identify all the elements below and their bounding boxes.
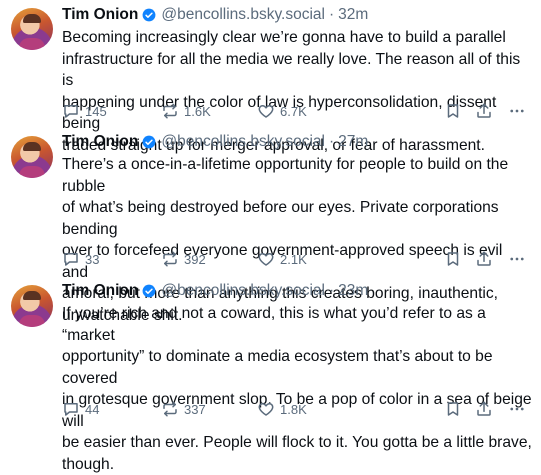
post-text-line: opportunity” to dominate a media ecosyst… xyxy=(62,346,532,389)
repost-count: 392 xyxy=(184,252,206,267)
bookmark-button[interactable] xyxy=(444,250,462,268)
verified-badge-icon xyxy=(142,284,156,298)
like-count: 2.1K xyxy=(280,252,307,267)
author-name[interactable]: Tim Onion xyxy=(62,133,138,151)
repost-arrows-icon xyxy=(161,250,179,268)
repost-count: 1.6K xyxy=(184,104,211,119)
post-actions: 44 337 1.8K xyxy=(62,398,533,420)
author-name[interactable]: Tim Onion xyxy=(62,282,138,300)
reply-button[interactable]: 44 xyxy=(62,400,99,418)
reply-count: 145 xyxy=(85,104,107,119)
reply-bubble-icon xyxy=(62,102,80,120)
post[interactable]: Tim Onion @bencollins.bsky.social · 32m … xyxy=(0,0,541,126)
share-button[interactable] xyxy=(475,250,493,268)
heart-icon xyxy=(257,250,275,268)
author-handle[interactable]: @bencollins.bsky.social xyxy=(161,6,325,24)
post-text-line: be easier than ever. People will flock t… xyxy=(62,432,532,454)
post[interactable]: Tim Onion @bencollins.bsky.social · 23m … xyxy=(0,275,541,426)
like-button[interactable]: 1.8K xyxy=(257,400,307,418)
more-options-button[interactable] xyxy=(508,400,526,418)
like-count: 6.7K xyxy=(280,104,307,119)
author-handle[interactable]: @bencollins.bsky.social xyxy=(161,282,325,300)
post[interactable]: Tim Onion @bencollins.bsky.social · 27m … xyxy=(0,126,541,275)
post-actions: 33 392 2.1K xyxy=(62,248,533,270)
reply-button[interactable]: 145 xyxy=(62,102,107,120)
share-icon xyxy=(475,102,493,120)
like-button[interactable]: 6.7K xyxy=(257,102,307,120)
repost-arrows-icon xyxy=(161,102,179,120)
post-feed: Tim Onion @bencollins.bsky.social · 32m … xyxy=(0,0,541,426)
share-button[interactable] xyxy=(475,400,493,418)
post-text-line: infrastructure for all the media we real… xyxy=(62,49,532,92)
post-header: Tim Onion @bencollins.bsky.social · 27m xyxy=(62,131,529,153)
share-button[interactable] xyxy=(475,102,493,120)
verified-badge-icon xyxy=(142,135,156,149)
share-icon xyxy=(475,400,493,418)
post-timestamp[interactable]: 23m xyxy=(338,282,368,300)
post-header: Tim Onion @bencollins.bsky.social · 23m xyxy=(62,280,529,302)
more-options-button[interactable] xyxy=(508,102,526,120)
repost-button[interactable]: 392 xyxy=(161,250,206,268)
post-text-line: though. xyxy=(62,454,532,475)
reply-count: 33 xyxy=(85,252,99,267)
repost-count: 337 xyxy=(184,402,206,417)
post-text-line: There’s a once-in-a-lifetime opportunity… xyxy=(62,154,532,197)
separator-dot: · xyxy=(329,6,334,24)
heart-icon xyxy=(257,400,275,418)
avatar[interactable] xyxy=(11,8,53,50)
separator-dot: · xyxy=(329,133,334,151)
bookmark-button[interactable] xyxy=(444,400,462,418)
post-text-line: If you’re rich and not a coward, this is… xyxy=(62,303,532,346)
reply-bubble-icon xyxy=(62,400,80,418)
avatar[interactable] xyxy=(11,136,53,178)
more-dots-icon xyxy=(508,400,526,418)
repost-button[interactable]: 1.6K xyxy=(161,102,211,120)
more-dots-icon xyxy=(508,102,526,120)
post-actions: 145 1.6K 6.7K xyxy=(62,100,533,122)
more-dots-icon xyxy=(508,250,526,268)
reply-button[interactable]: 33 xyxy=(62,250,99,268)
bookmark-icon xyxy=(444,400,462,418)
author-handle[interactable]: @bencollins.bsky.social xyxy=(161,133,325,151)
author-name[interactable]: Tim Onion xyxy=(62,6,138,24)
post-text-line: Becoming increasingly clear we’re gonna … xyxy=(62,27,532,49)
like-button[interactable]: 2.1K xyxy=(257,250,307,268)
post-header: Tim Onion @bencollins.bsky.social · 32m xyxy=(62,4,529,26)
bookmark-icon xyxy=(444,250,462,268)
share-icon xyxy=(475,250,493,268)
post-text: If you’re rich and not a coward, this is… xyxy=(62,303,532,475)
separator-dot: · xyxy=(329,282,334,300)
reply-bubble-icon xyxy=(62,250,80,268)
like-count: 1.8K xyxy=(280,402,307,417)
avatar[interactable] xyxy=(11,285,53,327)
repost-button[interactable]: 337 xyxy=(161,400,206,418)
bookmark-icon xyxy=(444,102,462,120)
heart-icon xyxy=(257,102,275,120)
post-timestamp[interactable]: 32m xyxy=(338,6,368,24)
bookmark-button[interactable] xyxy=(444,102,462,120)
reply-count: 44 xyxy=(85,402,99,417)
repost-arrows-icon xyxy=(161,400,179,418)
post-timestamp[interactable]: 27m xyxy=(338,133,368,151)
verified-badge-icon xyxy=(142,8,156,22)
more-options-button[interactable] xyxy=(508,250,526,268)
post-text-line: of what’s being destroyed before our eye… xyxy=(62,197,532,240)
